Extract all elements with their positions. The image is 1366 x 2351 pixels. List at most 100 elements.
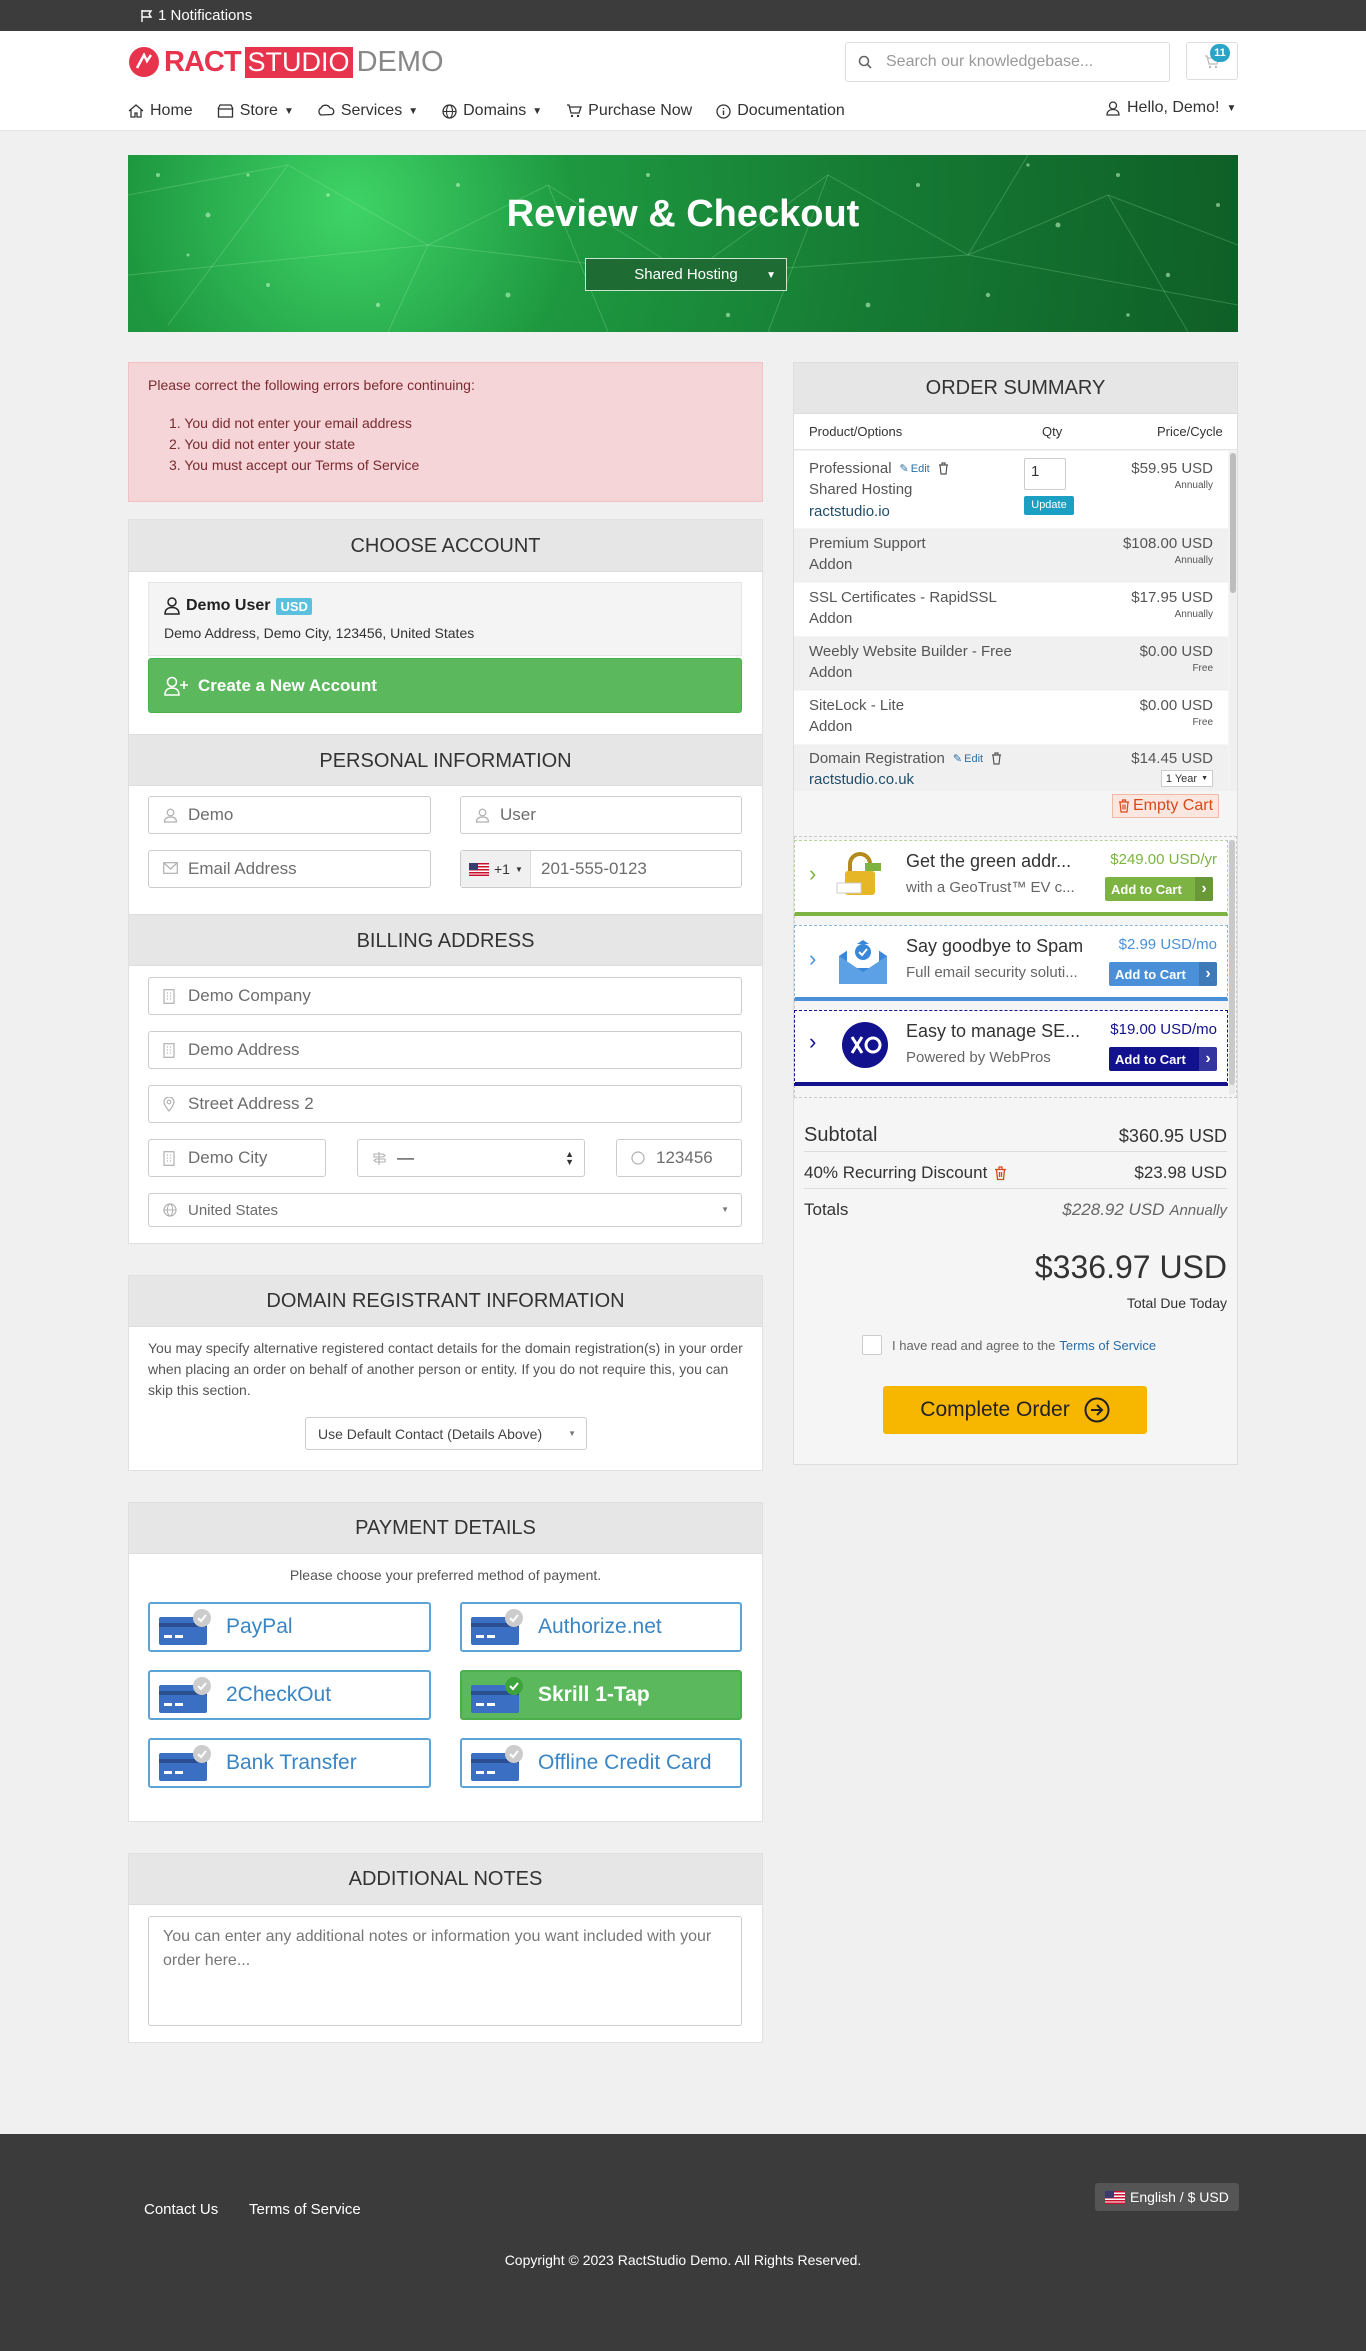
chevron-down-icon: ▼ (532, 105, 543, 117)
payment-bank-transfer-button[interactable]: Bank Transfer (148, 1738, 431, 1788)
trash-icon[interactable] (994, 1165, 1007, 1181)
payment-paypal-button[interactable]: PayPal (148, 1602, 431, 1652)
total-due-label: Total Due Today (1126, 1295, 1227, 1311)
tos-checkbox[interactable] (862, 1335, 882, 1355)
edit-link[interactable]: ✎ Edit (899, 462, 930, 476)
empty-cart-button[interactable]: Empty Cart (1112, 794, 1220, 818)
payment-2checkout-button[interactable]: 2CheckOut (148, 1670, 431, 1720)
footer-tos-link[interactable]: Terms of Service (249, 2201, 361, 2218)
account-menu[interactable]: Hello, Demo! ▼ (1106, 99, 1236, 117)
add-to-cart-button[interactable]: Add to Cart › (1109, 1047, 1217, 1071)
logo-text-3: DEMO (356, 45, 444, 78)
account-name: Demo User (186, 597, 271, 614)
state-select[interactable]: — ▲ ▼ (357, 1139, 585, 1177)
payment-skrill-button[interactable]: Skrill 1-Tap (460, 1670, 742, 1720)
update-qty-button[interactable]: Update (1024, 496, 1074, 515)
registrant-contact-value: Use Default Contact (Details Above) (318, 1425, 543, 1442)
cart-item-row: SSL Certificates - RapidSSL Addon $17.95… (794, 583, 1228, 636)
site-footer: Contact Us Terms of Service English / $ … (0, 2134, 1366, 2351)
currency-badge: USD (276, 597, 312, 615)
complete-order-label: Complete Order (920, 1398, 1070, 1421)
country-value: United States (188, 1201, 279, 1219)
pencil-icon: ✎ (899, 463, 909, 475)
upsell-scroll-thumb[interactable] (1229, 840, 1235, 1085)
nav-store[interactable]: Store ▼ (217, 99, 294, 123)
add-to-cart-button[interactable]: Add to Cart › (1109, 962, 1217, 986)
tos-link[interactable]: Terms of Service (1059, 1338, 1156, 1353)
main-nav: Home Store ▼ Services ▼ Domains ▼ Purcha… (128, 99, 869, 123)
existing-account-card[interactable]: Demo User USD Demo Address, Demo City, 1… (148, 582, 742, 656)
address2-field[interactable]: Street Address 2 (148, 1085, 742, 1123)
nav-domains[interactable]: Domains ▼ (442, 99, 542, 123)
create-account-button[interactable]: Create a New Account (148, 658, 742, 713)
upsell-desc: Powered by WebPros (906, 1049, 1051, 1066)
trash-icon[interactable] (938, 462, 949, 475)
cart-item-price: $59.95 USD (1131, 460, 1213, 477)
complete-order-button[interactable]: Complete Order (883, 1386, 1147, 1434)
edit-label: Edit (910, 462, 930, 475)
email-field[interactable]: Email Address (148, 850, 431, 888)
discount-row: 40% Recurring Discount $23.98 USD (804, 1159, 1227, 1189)
upsell-card-spam[interactable]: › Say goodbye to Spam Full email securit… (794, 925, 1228, 1001)
upsell-price: $19.00 USD/mo (1110, 1021, 1217, 1038)
error-item: 1. You did not enter your email address (169, 415, 412, 431)
chevron-down-icon: ▼ (408, 105, 419, 117)
subtotal-value: $360.95 USD (1118, 1126, 1227, 1146)
country-code-select[interactable]: +1 ▼ (461, 851, 531, 887)
error-item: 3. You must accept our Terms of Service (169, 457, 420, 473)
registrant-contact-select[interactable]: Use Default Contact (Details Above) ▼ (305, 1417, 587, 1450)
quantity-input[interactable]: 1 (1024, 458, 1066, 490)
upsell-card-seo[interactable]: › Easy to manage SE... Powered by WebPro… (794, 1010, 1228, 1086)
col-price: Price/Cycle (1157, 424, 1223, 439)
nav-documentation-label: Documentation (737, 102, 845, 119)
trash-icon (1118, 799, 1130, 813)
nav-documentation[interactable]: Documentation (716, 99, 845, 123)
cart-scroll-thumb[interactable] (1230, 453, 1236, 593)
upsell-price: $249.00 USD/yr (1110, 851, 1217, 868)
phone-field[interactable]: +1 ▼ 201-555-0123 (460, 850, 742, 888)
notes-textarea[interactable]: You can enter any additional notes or in… (148, 1916, 742, 2026)
language-currency-button[interactable]: English / $ USD (1095, 2183, 1239, 2211)
error-heading: Please correct the following errors befo… (148, 377, 475, 393)
domain-registrant-text: You may specify alternative registered c… (148, 1340, 743, 1398)
knowledgebase-search[interactable]: Search our knowledgebase... (845, 42, 1170, 82)
payment-title: PAYMENT DETAILS (129, 1503, 762, 1554)
upsell-desc: Full email security soluti... (906, 964, 1078, 981)
cart-scrollbar[interactable] (1229, 451, 1237, 791)
product-group-select[interactable]: Shared Hosting ▼ (585, 258, 787, 291)
nav-domains-label: Domains (463, 102, 527, 119)
city-field[interactable]: Demo City (148, 1139, 326, 1177)
upsell-card-ssl[interactable]: › Get the green addr... with a GeoTrust™… (794, 840, 1228, 916)
footer-contact-link[interactable]: Contact Us (144, 2201, 218, 2218)
upsell-scrollbar[interactable] (1229, 840, 1235, 1094)
payment-authorize-button[interactable]: Authorize.net (460, 1602, 742, 1652)
domain-period-select[interactable]: 1 Year ▼ (1160, 770, 1213, 787)
notifications-link[interactable]: 1 Notifications (140, 7, 252, 24)
address1-field[interactable]: Demo Address (148, 1031, 742, 1069)
last-name-field[interactable]: User (460, 796, 742, 834)
nav-home-label: Home (150, 102, 193, 119)
edit-link[interactable]: ✎ Edit (953, 752, 983, 766)
trash-icon[interactable] (991, 752, 1002, 765)
email-placeholder: Email Address (188, 859, 297, 878)
product-group-value: Shared Hosting (634, 266, 738, 283)
postcode-field[interactable]: 123456 (616, 1139, 742, 1177)
nav-services[interactable]: Services ▼ (318, 99, 418, 123)
circle-icon (631, 1150, 646, 1166)
upsell-price: $2.99 USD/mo (1118, 936, 1217, 953)
chevron-right-icon: › (809, 861, 817, 886)
city-value: Demo City (188, 1148, 268, 1167)
choose-account-title: CHOOSE ACCOUNT (129, 520, 762, 572)
first-name-field[interactable]: Demo (148, 796, 431, 834)
payment-offline-card-button[interactable]: Offline Credit Card (460, 1738, 742, 1788)
nav-home[interactable]: Home (128, 99, 193, 123)
add-to-cart-label: Add to Cart (1115, 1051, 1186, 1067)
company-field[interactable]: Demo Company (148, 977, 742, 1015)
chevron-right-icon: › (809, 946, 817, 971)
tos-prefix: I have read and agree to the (892, 1337, 1056, 1353)
add-to-cart-button[interactable]: Add to Cart › (1105, 877, 1213, 901)
company-value: Demo Company (188, 986, 311, 1005)
site-logo[interactable]: RACT STUDIO DEMO (128, 45, 444, 79)
country-select[interactable]: United States ▼ (148, 1193, 742, 1227)
nav-purchase-now[interactable]: Purchase Now (566, 99, 692, 123)
